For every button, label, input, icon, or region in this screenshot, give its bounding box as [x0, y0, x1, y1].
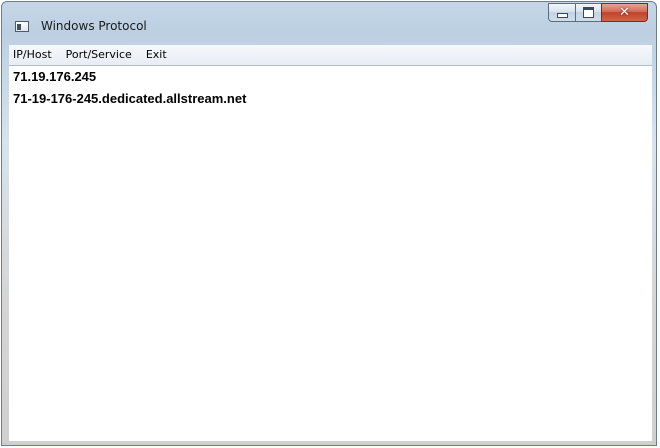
ip-address-text: 71.19.176.245	[13, 69, 97, 84]
minimize-icon	[556, 13, 568, 18]
menu-bar: IP/Host Port/Service Exit	[9, 45, 652, 66]
menu-item-ip-host[interactable]: IP/Host	[9, 45, 59, 65]
hostname-text: 71-19-176-245.dedicated.allstream.net	[13, 91, 247, 106]
close-icon: ✕	[619, 5, 630, 20]
maximize-icon	[583, 7, 594, 18]
maximize-button[interactable]	[575, 3, 602, 22]
app-icon[interactable]	[15, 21, 29, 32]
app-window: Windows Protocol ✕ IP/Host Port/Service …	[1, 1, 657, 446]
menu-item-port-service[interactable]: Port/Service	[59, 45, 139, 65]
minimize-button[interactable]	[548, 3, 576, 22]
window-title: Windows Protocol	[41, 19, 147, 33]
output-area[interactable]: 71.19.176.245 71-19-176-245.dedicated.al…	[9, 66, 652, 442]
title-bar[interactable]: Windows Protocol ✕	[2, 2, 656, 42]
close-button[interactable]: ✕	[601, 3, 648, 22]
menu-item-exit[interactable]: Exit	[139, 45, 174, 65]
